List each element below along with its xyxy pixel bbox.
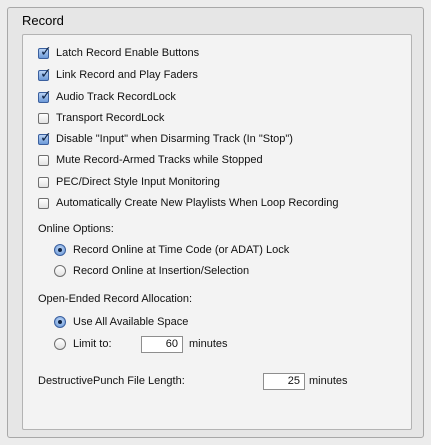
- checkbox-label: Automatically Create New Playlists When …: [56, 197, 339, 209]
- radio-row-time-code-lock[interactable]: Record Online at Time Code (or ADAT) Loc…: [54, 242, 289, 258]
- checkmark-icon: ✓: [40, 42, 52, 59]
- destructive-punch-label: DestructivePunch File Length:: [38, 375, 185, 387]
- checkbox-row-disable-input[interactable]: ✓ Disable "Input" when Disarming Track (…: [38, 130, 293, 147]
- checkbox-label: Latch Record Enable Buttons: [56, 47, 200, 59]
- radio-row-limit-to[interactable]: Limit to:: [54, 336, 112, 352]
- radio-label: Use All Available Space: [73, 316, 189, 328]
- destructive-punch-length-field[interactable]: 25: [263, 373, 305, 390]
- checkbox-pec-direct[interactable]: [38, 176, 49, 188]
- radio-row-use-all-space[interactable]: Use All Available Space: [54, 314, 188, 330]
- radio-limit-to[interactable]: [54, 338, 66, 350]
- open-ended-allocation-label: Open-Ended Record Allocation:: [38, 293, 193, 305]
- checkbox-mute-record-armed[interactable]: [38, 154, 49, 166]
- section-title: Record: [22, 13, 64, 28]
- checkmark-icon: ✓: [40, 64, 52, 81]
- radio-dot-icon: [58, 320, 62, 324]
- checkbox-latch-record-enable[interactable]: ✓: [38, 44, 52, 59]
- checkbox-row-transport-recordlock[interactable]: Transport RecordLock: [38, 110, 164, 126]
- checkbox-label: Disable "Input" when Disarming Track (In…: [56, 133, 293, 145]
- checkbox-label: Audio Track RecordLock: [56, 91, 176, 103]
- radio-label: Record Online at Insertion/Selection: [73, 265, 250, 277]
- checkbox-row-latch-record-enable[interactable]: ✓ Latch Record Enable Buttons: [38, 44, 200, 61]
- checkbox-transport-recordlock[interactable]: [38, 112, 49, 124]
- checkbox-link-record-play-faders[interactable]: ✓: [38, 66, 52, 81]
- radio-insertion-selection[interactable]: [54, 265, 66, 277]
- checkbox-row-mute-record-armed[interactable]: Mute Record-Armed Tracks while Stopped: [38, 152, 263, 168]
- checkbox-audio-track-recordlock[interactable]: ✓: [38, 88, 52, 103]
- checkmark-icon: ✓: [40, 86, 52, 103]
- radio-label: Record Online at Time Code (or ADAT) Loc…: [73, 244, 290, 256]
- destructive-punch-unit-label: minutes: [309, 375, 348, 387]
- checkbox-disable-input[interactable]: ✓: [38, 130, 52, 145]
- checkbox-label: Mute Record-Armed Tracks while Stopped: [56, 154, 263, 166]
- limit-minutes-field[interactable]: 60: [141, 336, 183, 353]
- radio-use-all-space[interactable]: [54, 316, 66, 328]
- online-options-label: Online Options:: [38, 223, 114, 235]
- radio-dot-icon: [58, 248, 62, 252]
- checkbox-label: Transport RecordLock: [56, 112, 165, 124]
- limit-unit-label: minutes: [189, 338, 228, 350]
- checkbox-label: Link Record and Play Faders: [56, 69, 198, 81]
- checkbox-row-audio-track-recordlock[interactable]: ✓ Audio Track RecordLock: [38, 88, 176, 105]
- checkbox-auto-create-playlists[interactable]: [38, 197, 49, 209]
- radio-label: Limit to:: [73, 338, 112, 350]
- checkbox-row-link-record-play-faders[interactable]: ✓ Link Record and Play Faders: [38, 66, 198, 83]
- radio-row-insertion-selection[interactable]: Record Online at Insertion/Selection: [54, 263, 249, 279]
- checkmark-icon: ✓: [40, 128, 52, 145]
- radio-time-code-lock[interactable]: [54, 244, 66, 256]
- checkbox-label: PEC/Direct Style Input Monitoring: [56, 176, 220, 188]
- checkbox-row-pec-direct[interactable]: PEC/Direct Style Input Monitoring: [38, 174, 220, 190]
- checkbox-row-auto-create-playlists[interactable]: Automatically Create New Playlists When …: [38, 195, 338, 211]
